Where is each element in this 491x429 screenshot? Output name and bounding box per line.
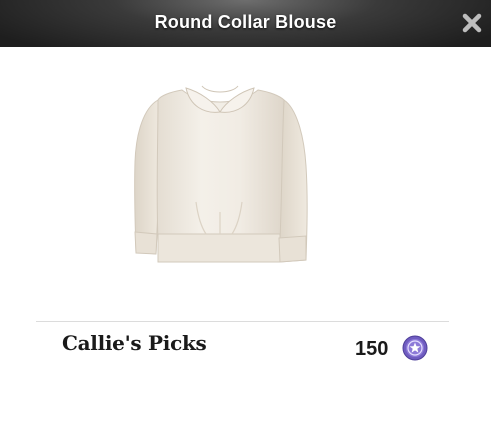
close-icon bbox=[462, 13, 482, 33]
brand-label: Callie's Picks bbox=[62, 331, 207, 355]
dialog-title: Round Collar Blouse bbox=[154, 12, 337, 32]
star-coin-icon bbox=[402, 335, 428, 361]
title-bar: Round Collar Blouse bbox=[0, 0, 491, 47]
price-value: 150 bbox=[355, 338, 389, 360]
blouse-image bbox=[134, 85, 308, 263]
close-button[interactable] bbox=[461, 12, 483, 34]
divider bbox=[36, 321, 449, 322]
item-dialog: Round Collar Blouse Callie's Picks 150 bbox=[0, 0, 491, 429]
